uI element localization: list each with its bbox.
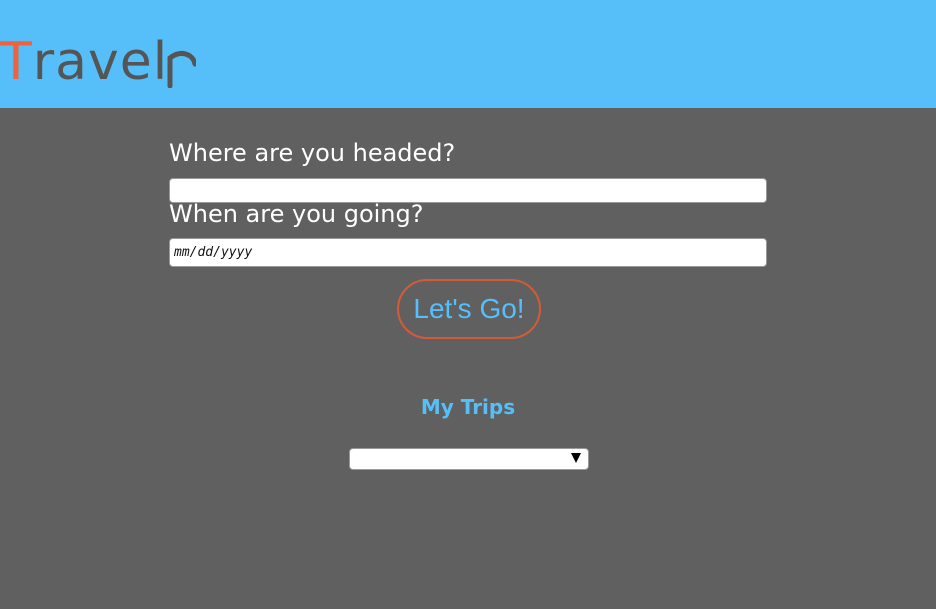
date-label: When are you going?: [169, 200, 424, 228]
date-placeholder: mm/dd/yyyy: [174, 245, 253, 260]
app-header: Travel: [0, 0, 936, 108]
main-content: Where are you headed? When are you going…: [0, 108, 936, 609]
logo-text: ravel: [32, 32, 169, 92]
my-trips-heading: My Trips: [420, 395, 516, 419]
curved-r-tail-icon: [167, 50, 197, 88]
lets-go-button[interactable]: Let's Go!: [397, 279, 541, 339]
travelr-logo[interactable]: Travel: [0, 26, 197, 92]
trips-select[interactable]: [349, 448, 589, 470]
date-input[interactable]: mm/dd/yyyy: [169, 238, 767, 267]
logo-first-letter: T: [0, 32, 33, 92]
destination-label: Where are you headed?: [169, 139, 456, 167]
triangle-down-icon: [571, 453, 581, 463]
